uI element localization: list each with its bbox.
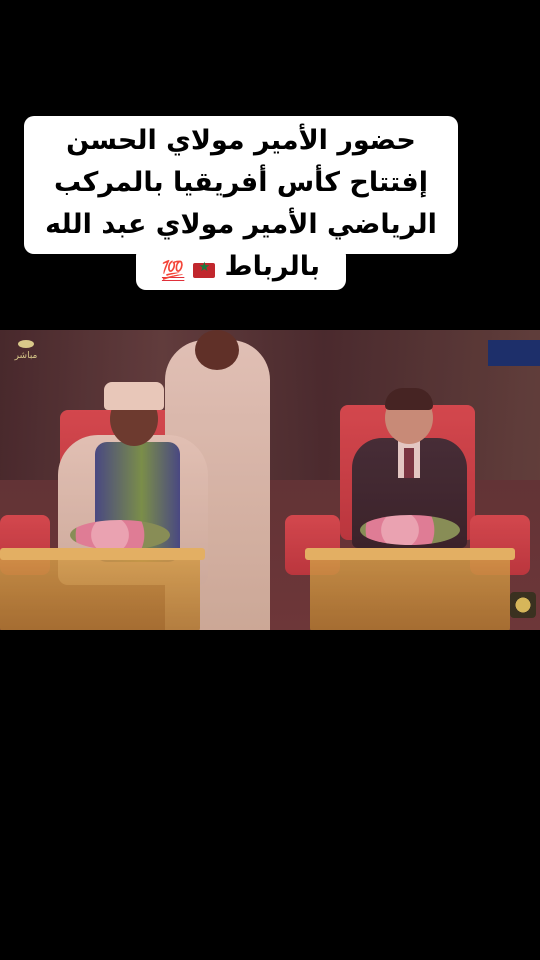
caption-line-4: بالرباط [224,251,321,282]
morocco-flag-icon [193,260,216,278]
caption-box: حضور الأمير مولاي الحسن إفتتاح كأس أفريق… [24,116,458,254]
video-frame[interactable]: مباشر [0,330,540,630]
caption-last-line-box: بالرباط 💯 [136,246,346,290]
channel-logo: مباشر [8,340,44,364]
caption-line-3: الرياضي الأمير مولاي عبد الله [45,209,437,240]
corner-blue-box [488,340,540,366]
caption-line-2: إفتتاح كأس أفريقيا بالمركب [54,167,428,198]
hundred-points-icon: 💯 [161,260,185,281]
red-tint-overlay [0,330,540,630]
caption-line-1: حضور الأمير مولاي الحسن [66,125,416,156]
live-label: مباشر [14,351,38,361]
channel-logo-icon [18,340,34,348]
corner-badge-icon [510,592,536,618]
